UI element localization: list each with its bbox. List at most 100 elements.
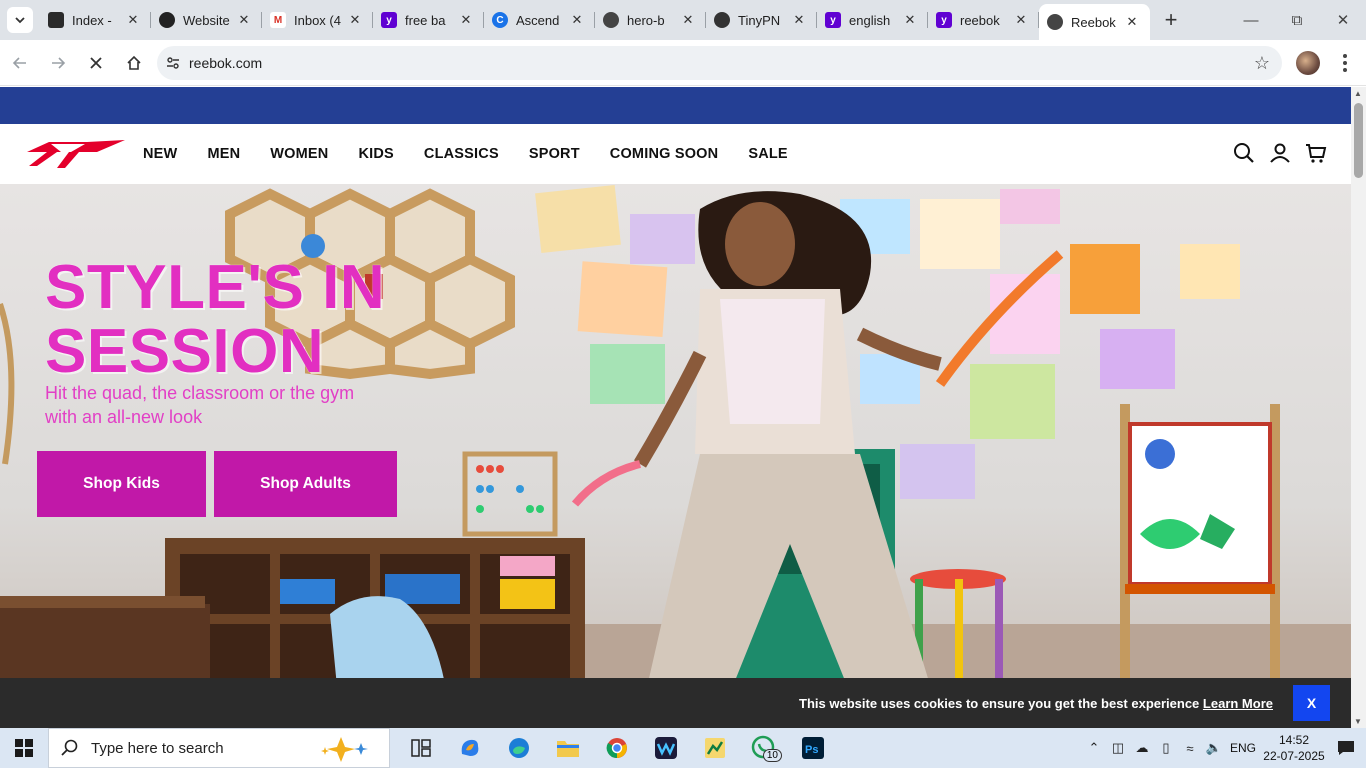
photoshop-icon[interactable]: Ps bbox=[788, 728, 837, 768]
start-button[interactable] bbox=[0, 728, 48, 768]
scroll-down-icon[interactable]: ▼ bbox=[1354, 717, 1362, 726]
onedrive-cloud-icon[interactable]: ☁ bbox=[1130, 740, 1154, 756]
nav-classics[interactable]: CLASSICS bbox=[424, 146, 499, 162]
tab-close-icon[interactable]: ✕ bbox=[680, 12, 696, 28]
tab-close-icon[interactable]: ✕ bbox=[1124, 14, 1140, 30]
wifi-icon[interactable]: ≈ bbox=[1178, 741, 1202, 756]
device-icon[interactable]: ◫ bbox=[1106, 740, 1130, 756]
notifications-icon[interactable] bbox=[1326, 740, 1366, 756]
windows-logo-icon bbox=[15, 739, 33, 757]
tab-list: Index - ✕ Website ✕ M Inbox (4 ✕ y free ba ✕ C Asce… bbox=[40, 0, 1150, 40]
restore-button[interactable]: ⧉ bbox=[1274, 0, 1320, 40]
copilot-sparkle-icon bbox=[321, 737, 368, 762]
tab-close-icon[interactable]: ✕ bbox=[791, 12, 807, 28]
browser-menu-button[interactable] bbox=[1335, 49, 1355, 77]
scroll-up-icon[interactable]: ▲ bbox=[1354, 89, 1362, 98]
browser-tab[interactable]: TinyPN ✕ bbox=[706, 0, 817, 40]
page-scrollbar[interactable]: ▲ ▼ bbox=[1351, 87, 1366, 728]
tab-title: english bbox=[849, 12, 891, 28]
close-window-button[interactable]: ✕ bbox=[1320, 0, 1366, 40]
stop-loading-button[interactable] bbox=[78, 45, 114, 81]
cookie-text: This website uses cookies to ensure you … bbox=[799, 695, 1200, 711]
browser-tab[interactable]: Index - ✕ bbox=[40, 0, 151, 40]
address-bar[interactable]: reebok.com ☆ bbox=[157, 46, 1282, 80]
main-nav: NEW MEN WOMEN KIDS CLASSICS SPORT COMING… bbox=[143, 124, 818, 184]
browser-tab[interactable]: hero-b ✕ bbox=[595, 0, 706, 40]
site-info-icon[interactable] bbox=[157, 55, 189, 71]
clock[interactable]: 14:52 22-07-2025 bbox=[1262, 732, 1326, 764]
search-icon[interactable] bbox=[1233, 142, 1255, 164]
nav-new[interactable]: NEW bbox=[143, 146, 177, 162]
tab-title: Website bbox=[183, 12, 230, 28]
spreadsheet-app-icon[interactable] bbox=[690, 728, 739, 768]
back-button[interactable] bbox=[2, 45, 38, 81]
nav-sale[interactable]: SALE bbox=[748, 146, 787, 162]
tab-close-icon[interactable]: ✕ bbox=[347, 12, 363, 28]
reebok-logo[interactable] bbox=[27, 138, 125, 170]
panda-icon bbox=[714, 12, 730, 28]
nav-women[interactable]: WOMEN bbox=[270, 146, 328, 162]
search-icon bbox=[61, 739, 78, 756]
header-icons bbox=[1233, 142, 1327, 164]
browser-tab[interactable]: y free ba ✕ bbox=[373, 0, 484, 40]
webpage: NEW MEN WOMEN KIDS CLASSICS SPORT COMING… bbox=[0, 87, 1351, 718]
minimize-button[interactable]: — bbox=[1228, 0, 1274, 40]
cart-icon[interactable] bbox=[1305, 142, 1327, 164]
back-arrow-icon bbox=[12, 56, 26, 69]
tab-close-icon[interactable]: ✕ bbox=[569, 12, 585, 28]
wave-app-icon[interactable] bbox=[641, 728, 690, 768]
edge-browser-icon[interactable] bbox=[494, 728, 543, 768]
nav-sport[interactable]: SPORT bbox=[529, 146, 580, 162]
cookie-banner: This website uses cookies to ensure you … bbox=[0, 678, 1351, 728]
browser-tab[interactable]: M Inbox (4 ✕ bbox=[262, 0, 373, 40]
tab-title: Reebok bbox=[1071, 14, 1116, 30]
whatsapp-badge: 10 bbox=[762, 749, 782, 762]
nav-coming-soon[interactable]: COMING SOON bbox=[610, 146, 719, 162]
shop-kids-button[interactable]: Shop Kids bbox=[37, 451, 206, 517]
copilot-app-icon[interactable] bbox=[445, 728, 494, 768]
bookmark-star-icon[interactable]: ☆ bbox=[1254, 53, 1270, 74]
tab-close-icon[interactable]: ✕ bbox=[236, 12, 252, 28]
whatsapp-icon[interactable]: 10 bbox=[739, 728, 788, 768]
taskbar-search-box[interactable]: Type here to search bbox=[48, 728, 390, 768]
tab-close-icon[interactable]: ✕ bbox=[1013, 12, 1029, 28]
battery-icon[interactable]: ▯ bbox=[1154, 740, 1178, 756]
stop-icon bbox=[90, 56, 102, 69]
tab-search-button[interactable] bbox=[0, 0, 40, 40]
show-hidden-icons-chevron-icon[interactable]: ⌃ bbox=[1082, 740, 1106, 756]
nav-men[interactable]: MEN bbox=[207, 146, 240, 162]
hero-subtitle: Hit the quad, the classroom or the gym w… bbox=[45, 383, 355, 427]
search-placeholder: Type here to search bbox=[91, 739, 224, 757]
task-view-icon[interactable] bbox=[396, 728, 445, 768]
shop-adults-button[interactable]: Shop Adults bbox=[214, 451, 397, 517]
window-controls: — ⧉ ✕ bbox=[1228, 0, 1366, 40]
home-button[interactable] bbox=[116, 45, 152, 81]
openai-icon bbox=[159, 12, 175, 28]
tab-title: free ba bbox=[405, 12, 446, 28]
hero-title: STYLE'S IN SESSION bbox=[45, 256, 385, 384]
new-tab-button[interactable]: + bbox=[1154, 3, 1188, 37]
account-icon[interactable] bbox=[1269, 142, 1291, 164]
language-indicator[interactable]: ENG bbox=[1230, 741, 1256, 755]
browser-tab[interactable]: C Ascend ✕ bbox=[484, 0, 595, 40]
promo-bar bbox=[0, 87, 1351, 124]
cookie-close-button[interactable]: X bbox=[1293, 685, 1330, 721]
browser-tab[interactable]: Reebok ✕ bbox=[1039, 4, 1150, 40]
nav-kids[interactable]: KIDS bbox=[358, 146, 393, 162]
volume-icon[interactable]: 🔈 bbox=[1202, 740, 1226, 756]
tab-close-icon[interactable]: ✕ bbox=[458, 12, 474, 28]
profile-avatar[interactable] bbox=[1296, 51, 1320, 75]
browser-tab[interactable]: Website ✕ bbox=[151, 0, 262, 40]
file-explorer-icon[interactable] bbox=[543, 728, 592, 768]
browser-tab[interactable]: y reebok ✕ bbox=[928, 0, 1039, 40]
learn-more-link[interactable]: Learn More bbox=[1203, 696, 1273, 711]
browser-tab[interactable]: y english ✕ bbox=[817, 0, 928, 40]
forward-arrow-icon bbox=[52, 56, 66, 69]
clock-date: 22-07-2025 bbox=[1263, 749, 1325, 763]
hero-title-line2: SESSION bbox=[45, 317, 325, 386]
chrome-icon[interactable] bbox=[592, 728, 641, 768]
tab-close-icon[interactable]: ✕ bbox=[902, 12, 918, 28]
tab-close-icon[interactable]: ✕ bbox=[125, 12, 141, 28]
forward-button[interactable] bbox=[40, 45, 76, 81]
scrollbar-thumb[interactable] bbox=[1354, 103, 1363, 178]
